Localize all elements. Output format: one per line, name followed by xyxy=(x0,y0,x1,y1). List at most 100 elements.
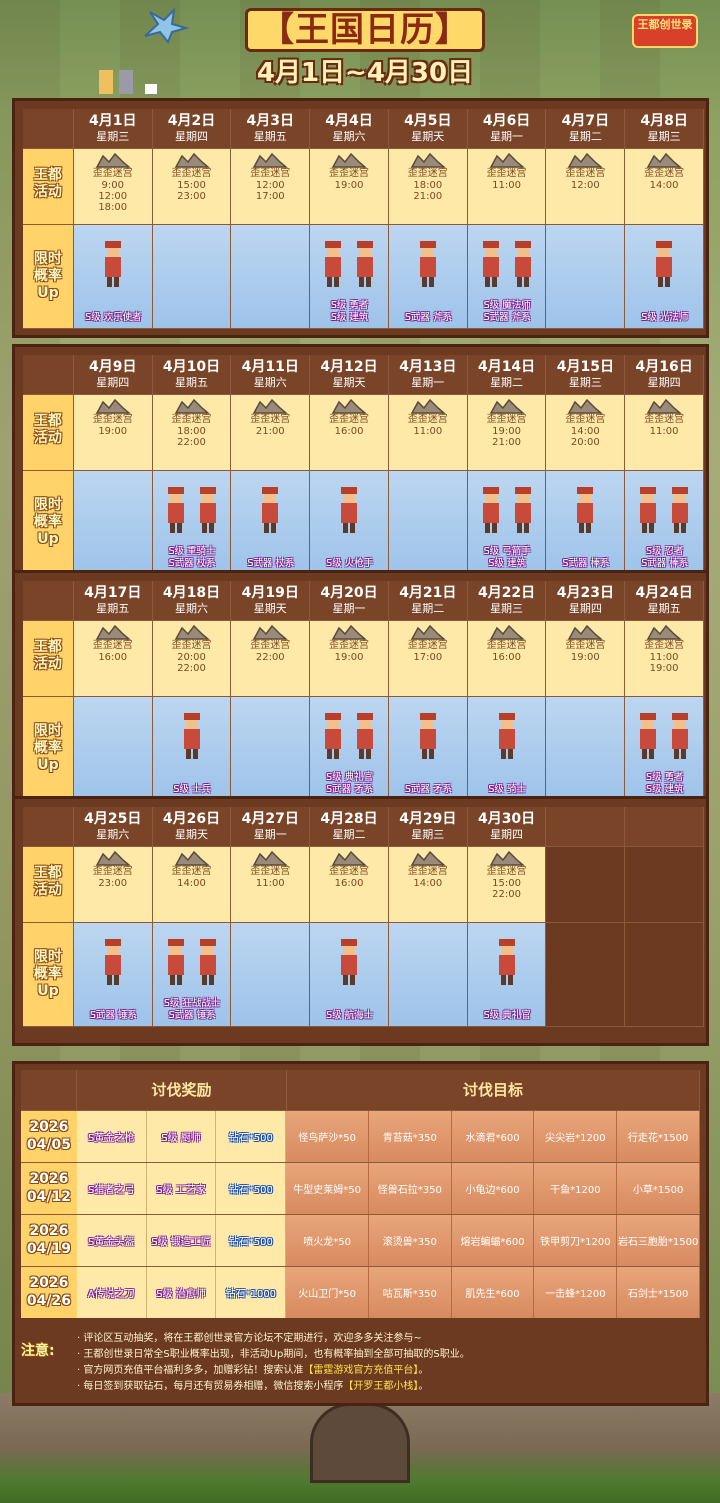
character-sprite-icon xyxy=(514,241,531,287)
target-cell: 咕瓦斯*350 xyxy=(368,1267,452,1318)
reward-text: S黄金头盔 xyxy=(88,1237,135,1248)
date-number: 4月20日 xyxy=(320,585,378,601)
activity-name: 歪歪迷宫 xyxy=(486,866,527,877)
dungeon-icon xyxy=(568,398,604,414)
activity-cell: 歪歪迷宫 15:00 23:00 xyxy=(152,149,232,225)
reward-row: 2026 04/12 S猎者之弓 S级 工艺家 钻石*500 牛型史莱姆*50 怪兽石拉*… xyxy=(21,1162,700,1214)
date-header: 4月12日 星期天 xyxy=(310,355,389,395)
rate-up-text: S武器 杖系 xyxy=(247,558,295,569)
activity-label-text: 王都活动 xyxy=(33,639,62,672)
date-number: 4月25日 xyxy=(84,811,142,827)
rate-up-cell: S级 弓箭手 S级 建筑 xyxy=(467,471,547,575)
rate-up-text: S级 航海士 xyxy=(326,1010,374,1021)
activity-label: 王都活动 xyxy=(23,847,74,923)
rate-up-text: S级 欢乐使者 xyxy=(85,312,142,323)
rate-up-cell xyxy=(231,697,311,801)
rate-up-cell: S级 典礼官 S武器 矛系 xyxy=(310,697,389,801)
target-header: 讨伐目标 xyxy=(287,1070,700,1110)
rate-up-cell: S级 航海士 xyxy=(310,923,389,1027)
target-cell: 尖尖岩*1200 xyxy=(534,1111,618,1162)
activity-name: 歪歪迷宫 xyxy=(565,640,606,651)
activity-name: 歪歪迷宫 xyxy=(329,866,370,877)
target-cell: 青苔菇*350 xyxy=(368,1111,452,1162)
date-header: 4月24日 星期五 xyxy=(625,581,704,621)
date-number: 4月16日 xyxy=(635,359,693,375)
weekday: 星期天 xyxy=(175,828,208,841)
rate-up-cell: S级 勇者 S级 建筑 xyxy=(625,697,704,801)
rate-up-cell: S级 魔法师 S武器 斧系 xyxy=(467,225,547,329)
date-number: 4月29日 xyxy=(399,811,457,827)
date-number: 4月19日 xyxy=(241,585,299,601)
page-header: 【王国日历】 4月1日~4月30日 王都创世录 xyxy=(0,0,720,96)
calendar-week: 4月9日 星期四 4月10日 星期五 4月11日 星期六 4月12日 星期天 4月13日 星期一 4… xyxy=(12,344,709,584)
rate-up-cell: S级 勇者 S级 建筑 xyxy=(310,225,389,329)
dungeon-icon xyxy=(410,152,446,168)
weekday: 星期六 xyxy=(332,130,366,143)
activity-cell: 歪歪迷宫 19:00 xyxy=(546,621,626,697)
rate-up-cell xyxy=(231,225,311,329)
reward-text: S级 工艺家 xyxy=(156,1185,206,1196)
weekday: 星期三 xyxy=(568,376,602,389)
date-header: 4月14日 星期二 xyxy=(467,355,547,395)
rate-up-label-text: 限时概率Up xyxy=(33,949,62,999)
target-cell: 滚烫兽*350 xyxy=(368,1215,452,1266)
rate-up-cell: S级 重骑士 S武器 杖系 xyxy=(152,471,232,575)
activity-times: 12:00 xyxy=(570,180,600,191)
dungeon-icon xyxy=(174,152,210,168)
target-cell: 肌先生*600 xyxy=(451,1267,535,1318)
weekday: 星期三 xyxy=(647,130,681,143)
activity-cell: 歪歪迷宫 14:00 xyxy=(388,847,468,923)
activity-times: 11:00 xyxy=(492,180,521,191)
character-sprite-icon xyxy=(419,241,436,287)
date-number: 4月30日 xyxy=(477,811,536,827)
rate-up-label: 限时概率Up xyxy=(23,697,74,801)
activity-label-text: 王都活动 xyxy=(33,413,62,446)
date-header xyxy=(546,807,626,847)
rate-up-cell: S武器 锤系 xyxy=(73,923,153,1027)
weekday: 星期六 xyxy=(253,376,287,389)
date-header: 4月9日 星期四 xyxy=(73,355,153,395)
dungeon-icon xyxy=(95,850,131,866)
reward-text: A传说之刀 xyxy=(87,1289,135,1300)
date-number: 4月11日 xyxy=(241,359,299,375)
activity-times: 11:00 19:00 xyxy=(649,652,679,674)
sprite-group xyxy=(468,711,546,767)
rate-up-text: S级 骑士 xyxy=(488,784,526,795)
rate-up-text: S级 忍者 S武器 棒系 xyxy=(641,546,689,569)
date-header: 4月11日 星期六 xyxy=(231,355,311,395)
date-header: 4月21日 星期二 xyxy=(388,581,468,621)
character-sprite-icon xyxy=(672,487,689,533)
rate-up-text: S级 典礼官 S武器 矛系 xyxy=(326,772,374,795)
reward-cell: A传说之刀 xyxy=(76,1267,147,1318)
weekday: 星期天 xyxy=(332,376,366,389)
date-number: 4月3日 xyxy=(246,113,295,129)
reward-text: 钻石*500 xyxy=(228,1237,273,1248)
sprite-group xyxy=(153,711,231,767)
activity-name: 歪歪迷宫 xyxy=(407,414,448,425)
character-sprite-icon xyxy=(357,241,374,287)
reward-cell: S黄金头盔 xyxy=(76,1215,147,1266)
dungeon-icon xyxy=(568,624,604,640)
character-sprite-icon xyxy=(640,487,657,533)
rate-up-text: S级 火枪手 xyxy=(326,558,374,569)
date-number: 4月12日 xyxy=(320,359,378,375)
reward-rows: 2026 04/05 S黄金之枪 S级 厨师 钻石*500 怪鸟萨沙*50 青苔菇*350… xyxy=(21,1110,700,1318)
sprite-group xyxy=(153,937,231,993)
weekday: 星期二 xyxy=(568,130,602,143)
character-sprite-icon xyxy=(498,939,515,985)
date-header: 4月13日 星期一 xyxy=(388,355,468,395)
reward-date: 2026 04/19 xyxy=(21,1215,77,1266)
character-sprite-icon xyxy=(167,939,184,985)
character-sprite-icon xyxy=(199,939,216,985)
dungeon-icon xyxy=(489,398,525,414)
dungeon-icon xyxy=(174,624,210,640)
rate-up-cell: S级 骑士 xyxy=(467,697,547,801)
reward-date: 2026 04/26 xyxy=(21,1267,77,1318)
reward-table: 讨伐奖励 讨伐目标 2026 04/05 S黄金之枪 S级 厨师 钻石*500 怪鸟萨沙… xyxy=(12,1061,709,1406)
reward-text: S猎者之弓 xyxy=(88,1185,135,1196)
activity-times: 19:00 xyxy=(334,180,364,191)
sprite-group xyxy=(625,711,703,767)
activity-cell: 歪歪迷宫 19:00 21:00 xyxy=(467,395,547,471)
activity-cell: 歪歪迷宫 19:00 xyxy=(73,395,153,471)
activity-times: 18:00 21:00 xyxy=(413,180,443,202)
